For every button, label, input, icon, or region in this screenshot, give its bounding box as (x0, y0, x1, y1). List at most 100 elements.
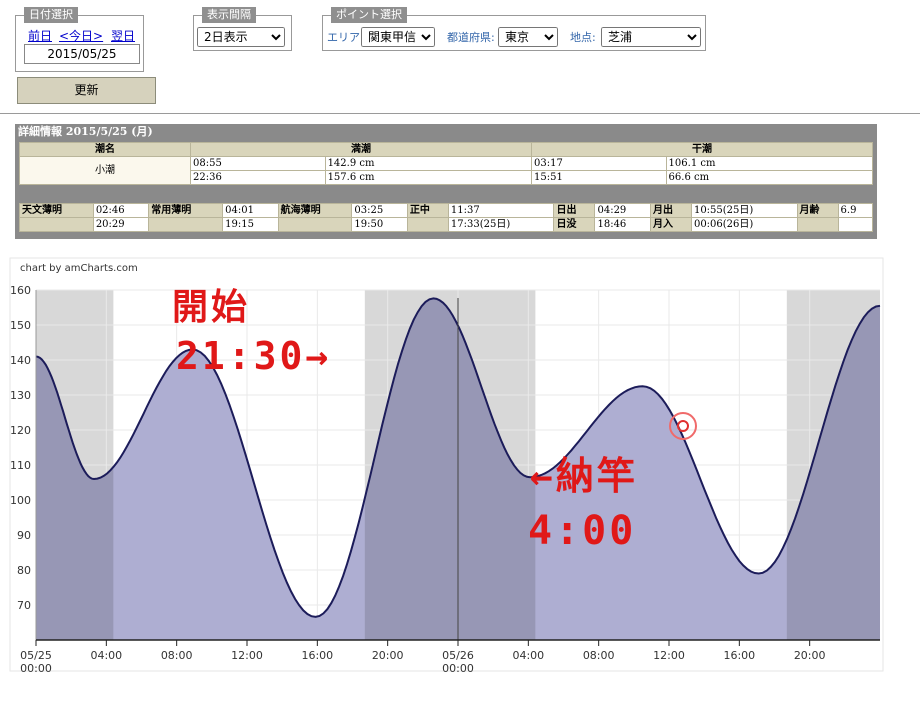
area-select[interactable]: 関東甲信 (361, 27, 435, 47)
x-tick-label: 04:00 (512, 649, 544, 662)
tide-chart[interactable]: 70809010011012013014015016005/2500:0004:… (0, 0, 920, 725)
astro-label: 天文薄明 (19, 203, 94, 218)
astro-table: 天文薄明 02:46 常用薄明 04:01 航海薄明 03:25 正中 11:3… (19, 203, 874, 232)
annotation-start-text: 開始 (172, 287, 251, 328)
astro-value: 03:25 (351, 203, 408, 218)
chart-credit: chart by amCharts.com (20, 263, 138, 274)
tide-name-cell: 小潮 (19, 156, 191, 185)
target-marker-inner (677, 420, 689, 432)
detail-title: 詳細情報 2015/5/25 (月) (18, 125, 153, 138)
night-band (36, 290, 114, 640)
y-tick-label: 150 (10, 319, 31, 332)
today-link[interactable]: <今日> (59, 27, 103, 44)
date-select-fieldset: 日付選択 前日 <今日> 翌日 2015/05/25 (15, 7, 144, 72)
astro-label: 月齢 (796, 203, 839, 218)
spot-label: 地点: (570, 31, 596, 44)
astro-label-empty (277, 217, 353, 232)
astro-value: 02:46 (92, 203, 150, 218)
y-tick-label: 80 (17, 564, 31, 577)
x-tick-sublabel: 00:00 (442, 662, 474, 675)
y-tick-label: 110 (10, 459, 31, 472)
tide-header-high: 満潮 (190, 142, 532, 157)
tide-header-name: 潮名 (19, 142, 191, 157)
interval-legend: 表示間隔 (202, 7, 256, 23)
astro-label-empty (19, 217, 94, 232)
astro-value: 00:06(26日) (690, 217, 798, 232)
low-time-1: 03:17 (530, 156, 667, 171)
prev-day-link[interactable]: 前日 (28, 27, 52, 44)
astro-value: 17:33(25日) (447, 217, 555, 232)
astro-label: 月入 (649, 217, 692, 232)
astro-value: 10:55(25日) (690, 203, 798, 218)
astro-label-empty (148, 217, 224, 232)
astro-label: 日没 (553, 217, 596, 232)
update-button[interactable]: 更新 (17, 77, 156, 104)
low-time-2: 15:51 (530, 170, 667, 185)
low-level-2: 66.6 cm (665, 170, 874, 185)
date-input[interactable]: 2015/05/25 (24, 44, 140, 64)
astro-value: 11:37 (447, 203, 555, 218)
tide-table: 潮名 満潮 干潮 小潮 08:55 142.9 cm 03:17 106.1 c… (19, 142, 874, 185)
x-tick-label: 08:00 (161, 649, 193, 662)
y-tick-label: 160 (10, 284, 31, 297)
y-tick-label: 130 (10, 389, 31, 402)
astro-label: 航海薄明 (277, 203, 353, 218)
tide-area (36, 298, 880, 640)
x-tick-label: 16:00 (301, 649, 333, 662)
astro-label-empty (796, 217, 839, 232)
interval-fieldset: 表示間隔 2日表示 (193, 7, 292, 51)
x-tick-label: 20:00 (372, 649, 404, 662)
astro-label-empty (406, 217, 449, 232)
night-band (786, 290, 880, 640)
x-tick-label: 05/25 (20, 649, 52, 662)
astro-label: 日出 (553, 203, 596, 218)
tide-header-low: 干潮 (530, 142, 874, 157)
low-level-1: 106.1 cm (665, 156, 874, 171)
chart-frame (9, 257, 884, 672)
annotation-end-time: 4:00 (528, 508, 637, 554)
spot-select[interactable]: 芝浦 (601, 27, 701, 47)
astro-value: 04:01 (222, 203, 279, 218)
interval-select[interactable]: 2日表示 (197, 27, 285, 47)
y-tick-label: 140 (10, 354, 31, 367)
x-tick-label: 04:00 (90, 649, 122, 662)
astro-label: 月出 (649, 203, 692, 218)
pref-select[interactable]: 東京 (498, 27, 558, 47)
annotation-start-time: 21:30→ (176, 334, 332, 378)
point-select-legend: ポイント選択 (331, 7, 407, 23)
astro-value: 20:29 (92, 217, 150, 232)
x-tick-label: 05/26 (442, 649, 474, 662)
astro-value: 04:29 (594, 203, 651, 218)
high-level-1: 142.9 cm (324, 156, 532, 171)
y-tick-label: 90 (17, 529, 31, 542)
x-tick-sublabel: 00:00 (20, 662, 52, 675)
x-tick-label: 12:00 (653, 649, 685, 662)
astro-value: 19:15 (222, 217, 279, 232)
area-label: エリア: (327, 31, 364, 44)
next-day-link[interactable]: 翌日 (111, 27, 135, 44)
x-tick-label: 08:00 (583, 649, 615, 662)
x-tick-label: 12:00 (231, 649, 263, 662)
y-tick-label: 70 (17, 599, 31, 612)
detail-panel: 詳細情報 2015/5/25 (月) 潮名 満潮 干潮 小潮 08:55 142… (15, 124, 877, 239)
astro-value: 6.9 (837, 203, 874, 218)
pref-label: 都道府県: (447, 31, 495, 44)
y-tick-label: 120 (10, 424, 31, 437)
annotation-end-text: ←納竿 (530, 454, 638, 498)
high-time-2: 22:36 (190, 170, 326, 185)
separator-line (0, 113, 920, 114)
astro-value-empty (837, 217, 874, 232)
astro-label: 常用薄明 (148, 203, 224, 218)
high-level-2: 157.6 cm (324, 170, 532, 185)
x-tick-label: 20:00 (794, 649, 826, 662)
astro-value: 19:50 (351, 217, 408, 232)
high-time-1: 08:55 (190, 156, 326, 171)
x-tick-label: 16:00 (723, 649, 755, 662)
date-select-legend: 日付選択 (24, 7, 78, 23)
y-tick-label: 100 (10, 494, 31, 507)
tide-line (35, 297, 881, 618)
target-marker-icon (669, 412, 697, 440)
point-select-fieldset: ポイント選択 エリア: 関東甲信 都道府県: 東京 地点: 芝浦 (322, 7, 706, 51)
astro-label: 正中 (406, 203, 449, 218)
night-band (364, 290, 536, 640)
